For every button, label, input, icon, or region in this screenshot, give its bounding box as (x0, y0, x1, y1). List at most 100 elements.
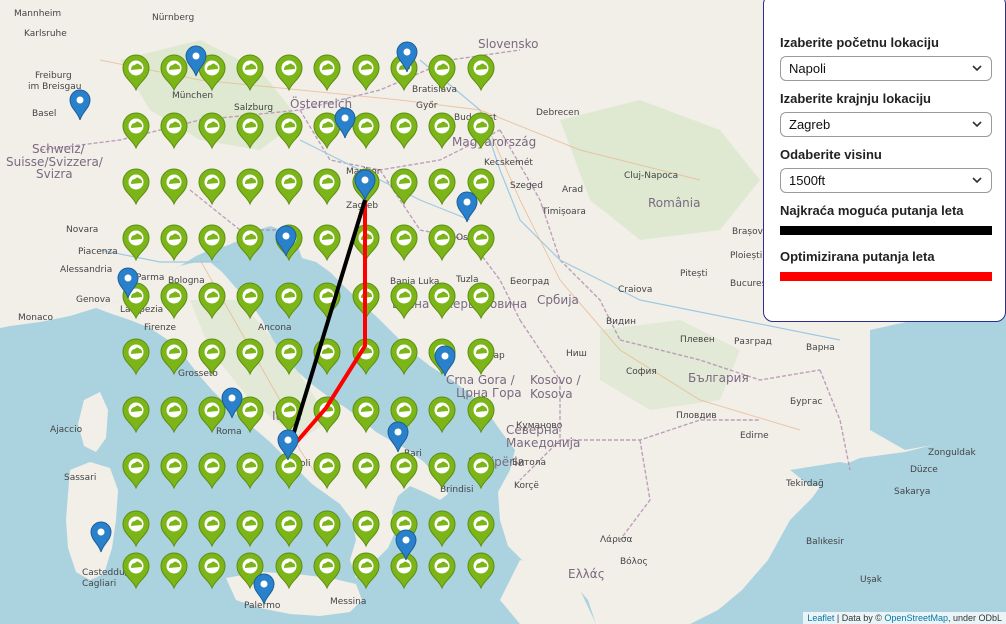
weather-marker[interactable] (198, 510, 226, 547)
map-container[interactable]: Slovensko Österreich Magyarország Schwei… (0, 0, 1006, 624)
weather-marker[interactable] (313, 224, 341, 261)
weather-marker[interactable] (275, 282, 303, 319)
weather-marker[interactable] (352, 552, 380, 589)
weather-marker[interactable] (198, 396, 226, 433)
weather-marker[interactable] (428, 510, 456, 547)
weather-marker[interactable] (198, 112, 226, 149)
weather-marker[interactable] (160, 168, 188, 205)
weather-marker[interactable] (198, 552, 226, 589)
weather-marker[interactable] (390, 168, 418, 205)
weather-marker[interactable] (122, 168, 150, 205)
weather-marker[interactable] (122, 552, 150, 589)
weather-marker[interactable] (467, 54, 495, 91)
weather-marker[interactable] (198, 224, 226, 261)
weather-marker[interactable] (390, 552, 418, 589)
chevron-down-icon (972, 65, 982, 72)
weather-marker[interactable] (160, 452, 188, 489)
weather-marker[interactable] (390, 224, 418, 261)
weather-marker[interactable] (122, 224, 150, 261)
weather-marker[interactable] (122, 338, 150, 375)
weather-marker[interactable] (313, 552, 341, 589)
chevron-down-icon (972, 121, 982, 128)
weather-marker[interactable] (428, 168, 456, 205)
weather-marker[interactable] (428, 54, 456, 91)
location-marker[interactable] (90, 521, 112, 553)
map-attribution: Leaflet | Data by © OpenStreetMap, under… (803, 612, 1006, 624)
end-location-select[interactable]: Zagreb (780, 112, 992, 137)
weather-marker[interactable] (428, 282, 456, 319)
weather-marker[interactable] (352, 112, 380, 149)
weather-marker[interactable] (467, 510, 495, 547)
weather-marker[interactable] (352, 54, 380, 91)
weather-marker[interactable] (160, 54, 188, 91)
weather-marker[interactable] (236, 282, 264, 319)
weather-marker[interactable] (428, 112, 456, 149)
weather-marker[interactable] (236, 168, 264, 205)
weather-marker[interactable] (313, 54, 341, 91)
weather-marker[interactable] (236, 338, 264, 375)
weather-marker[interactable] (122, 112, 150, 149)
weather-marker[interactable] (275, 552, 303, 589)
weather-marker[interactable] (428, 224, 456, 261)
weather-marker[interactable] (160, 224, 188, 261)
openstreetmap-link[interactable]: OpenStreetMap (884, 613, 948, 623)
weather-marker[interactable] (198, 452, 226, 489)
weather-marker[interactable] (467, 452, 495, 489)
weather-marker[interactable] (198, 282, 226, 319)
weather-marker[interactable] (352, 396, 380, 433)
weather-marker[interactable] (467, 338, 495, 375)
weather-marker[interactable] (428, 552, 456, 589)
attribution-suffix: , under ODbL (947, 613, 1002, 623)
location-marker[interactable] (69, 89, 91, 121)
weather-marker[interactable] (160, 510, 188, 547)
weather-marker[interactable] (160, 282, 188, 319)
attribution-text: | Data by © (834, 613, 885, 623)
weather-marker[interactable] (428, 396, 456, 433)
location-marker[interactable] (253, 573, 275, 605)
weather-marker[interactable] (275, 510, 303, 547)
weather-marker[interactable] (236, 54, 264, 91)
weather-marker[interactable] (160, 552, 188, 589)
weather-marker[interactable] (198, 338, 226, 375)
weather-marker[interactable] (467, 224, 495, 261)
weather-marker[interactable] (313, 168, 341, 205)
weather-marker[interactable] (160, 112, 188, 149)
weather-marker[interactable] (352, 452, 380, 489)
weather-marker[interactable] (236, 112, 264, 149)
weather-marker[interactable] (236, 224, 264, 261)
weather-marker[interactable] (160, 396, 188, 433)
weather-marker[interactable] (313, 452, 341, 489)
weather-marker[interactable] (390, 112, 418, 149)
weather-marker[interactable] (467, 112, 495, 149)
weather-marker[interactable] (390, 452, 418, 489)
weather-marker[interactable] (428, 452, 456, 489)
location-marker[interactable] (456, 191, 478, 223)
end-location-label: Izaberite krajnju lokaciju (780, 91, 931, 106)
weather-marker[interactable] (275, 168, 303, 205)
weather-marker[interactable] (122, 510, 150, 547)
weather-marker[interactable] (198, 168, 226, 205)
weather-marker[interactable] (390, 282, 418, 319)
weather-marker[interactable] (160, 338, 188, 375)
weather-marker[interactable] (275, 338, 303, 375)
weather-marker[interactable] (275, 112, 303, 149)
weather-marker[interactable] (275, 54, 303, 91)
leaflet-link[interactable]: Leaflet (807, 613, 834, 623)
shortest-path-legend-swatch (780, 226, 992, 235)
weather-marker[interactable] (467, 282, 495, 319)
weather-marker[interactable] (236, 510, 264, 547)
weather-marker[interactable] (390, 338, 418, 375)
optimized-path-legend-label: Optimizirana putanja leta (780, 249, 935, 264)
weather-marker[interactable] (467, 552, 495, 589)
location-marker[interactable] (387, 421, 409, 453)
start-location-select[interactable]: Napoli (780, 56, 992, 81)
weather-marker[interactable] (122, 452, 150, 489)
weather-marker[interactable] (122, 396, 150, 433)
weather-marker[interactable] (467, 396, 495, 433)
weather-marker[interactable] (313, 510, 341, 547)
altitude-select[interactable]: 1500ft (780, 168, 992, 193)
location-marker[interactable] (434, 345, 456, 377)
weather-marker[interactable] (236, 452, 264, 489)
weather-marker[interactable] (352, 510, 380, 547)
weather-marker[interactable] (122, 54, 150, 91)
